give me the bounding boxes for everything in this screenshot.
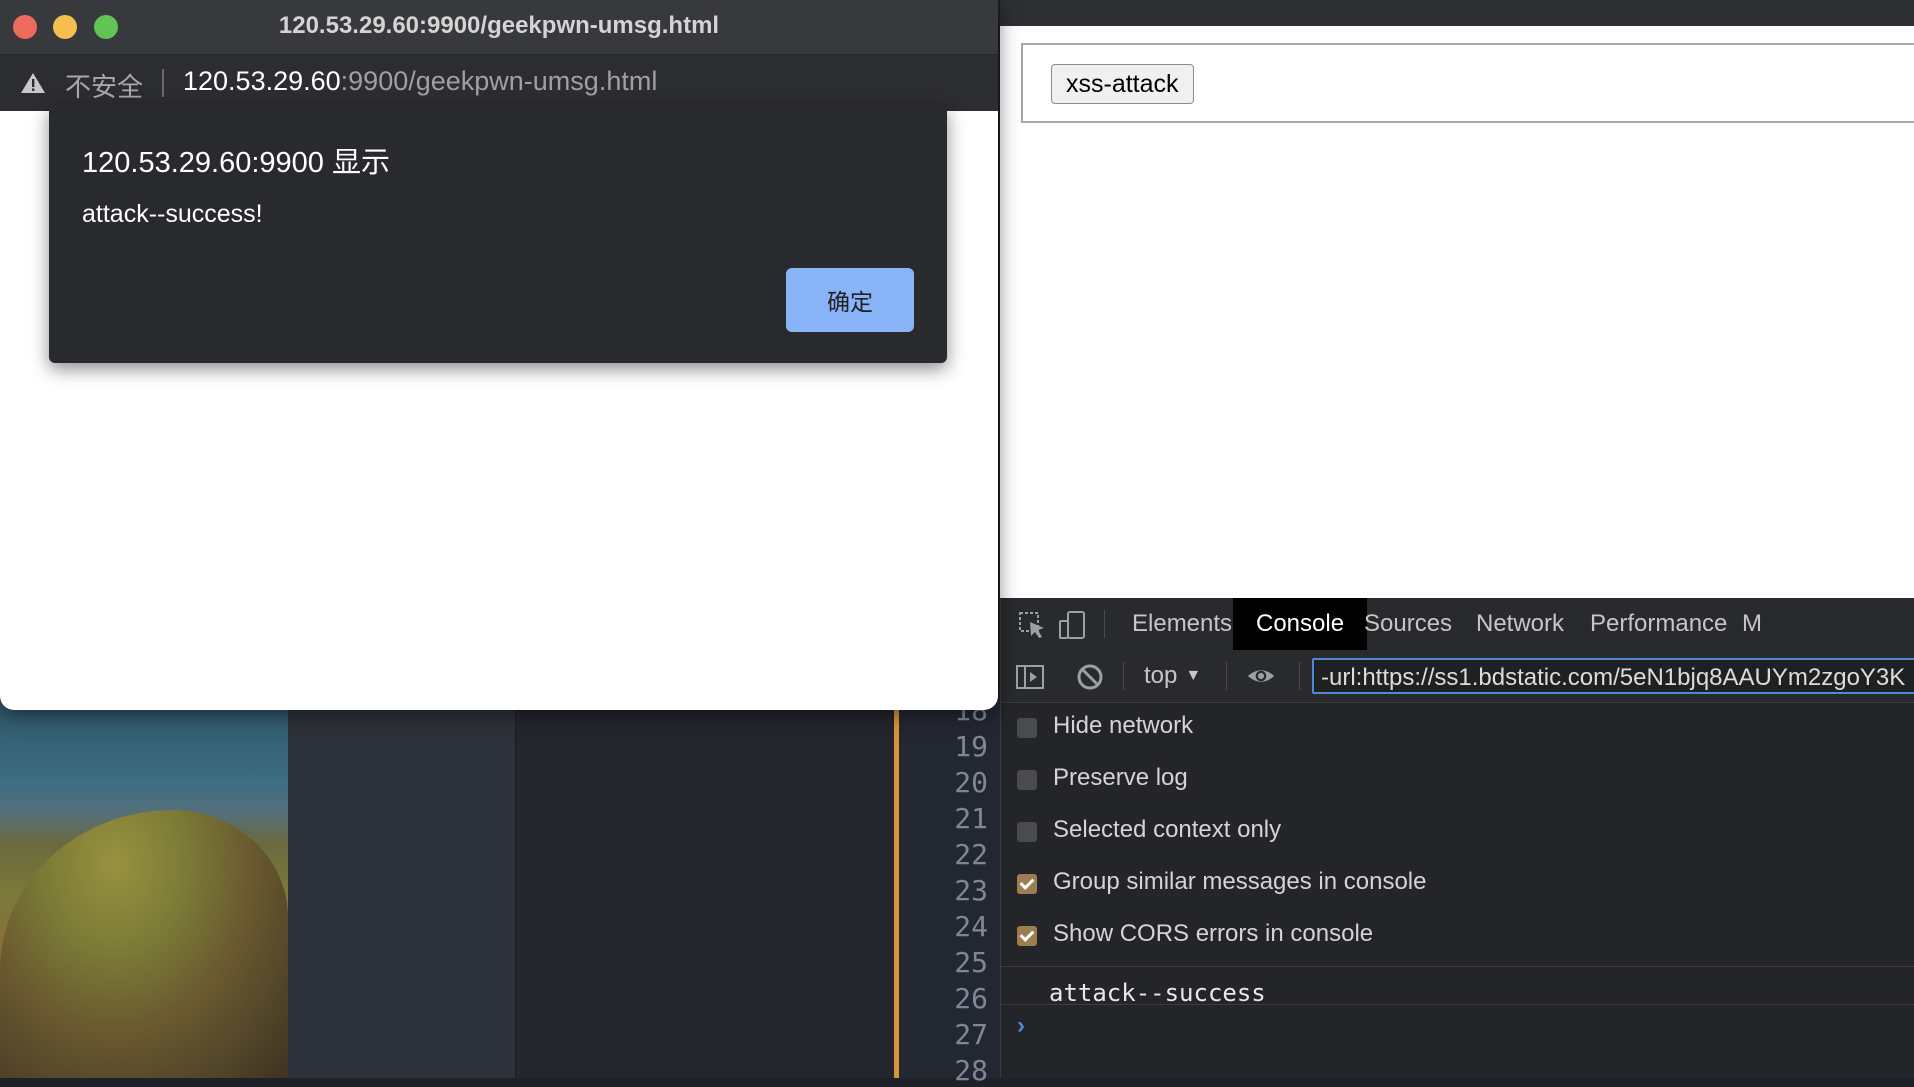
context-selector-value: top: [1144, 662, 1178, 689]
line-number: 27: [954, 1018, 988, 1051]
background-panel: [516, 700, 894, 1078]
desktop-wallpaper: [0, 700, 288, 1078]
setting-label: Selected context only: [1053, 816, 1282, 843]
line-number: 25: [954, 946, 988, 979]
console-toolbar: top ▼ -url:https://ss1.bdstatic.com/5eN1b…: [1001, 650, 1914, 703]
background-panel: [288, 700, 516, 1078]
page-top-strip: [1000, 0, 1914, 26]
toolbar-divider: [1299, 662, 1300, 690]
alert-title: 120.53.29.60:9900 显示: [82, 147, 390, 179]
page-content: xss-attack: [1000, 26, 1914, 598]
line-number: 19: [954, 730, 988, 763]
devtools-tab-bar: Elements Console Sources Network Perform…: [1001, 598, 1914, 651]
checkbox[interactable]: [1017, 770, 1037, 790]
line-number: 22: [954, 838, 988, 871]
page-container: xss-attack: [1021, 43, 1914, 123]
url-path: :9900/geekpwn-umsg.html: [340, 66, 658, 96]
console-filter-input[interactable]: -url:https://ss1.bdstatic.com/5eN1bjq8AA…: [1312, 658, 1914, 694]
window-titlebar: 120.53.29.60:9900/geekpwn-umsg.html: [0, 0, 998, 55]
checkbox[interactable]: [1017, 822, 1037, 842]
console-prompt[interactable]: ›: [1017, 1012, 1025, 1040]
xss-attack-button[interactable]: xss-attack: [1051, 64, 1194, 104]
checkbox-checked[interactable]: [1017, 926, 1037, 946]
address-divider: [162, 69, 164, 97]
line-number: 28: [954, 1054, 988, 1087]
warning-icon: [21, 73, 45, 93]
wallpaper-rock: [0, 810, 288, 1078]
window-title: 120.53.29.60:9900/geekpwn-umsg.html: [278, 12, 720, 39]
address-bar[interactable]: 不安全 120.53.29.60:9900/geekpwn-umsg.html: [0, 55, 998, 111]
alert-ok-button[interactable]: 确定: [786, 268, 914, 332]
clear-console-icon[interactable]: [1075, 662, 1105, 692]
inspect-element-icon[interactable]: [1017, 610, 1047, 640]
context-selector[interactable]: top ▼: [1144, 662, 1201, 690]
line-number: 23: [954, 874, 988, 907]
tab-more[interactable]: M: [1719, 598, 1785, 650]
console-divider: [1001, 966, 1914, 967]
sidebar-toggle-icon[interactable]: [1015, 662, 1045, 692]
alert-message: attack--success!: [82, 200, 263, 228]
url-text[interactable]: 120.53.29.60:9900/geekpwn-umsg.html: [183, 66, 657, 97]
setting-label: Group similar messages in console: [1053, 868, 1427, 895]
checkbox-checked[interactable]: [1017, 874, 1037, 894]
alert-dialog: 120.53.29.60:9900 显示 attack--success! 确定: [49, 105, 947, 363]
setting-label: Hide network: [1053, 712, 1194, 739]
live-expression-eye-icon[interactable]: [1246, 661, 1276, 691]
device-toolbar-icon[interactable]: [1057, 610, 1087, 640]
line-number: 26: [954, 982, 988, 1015]
checkbox[interactable]: [1017, 718, 1037, 738]
toolbar-divider: [1123, 662, 1124, 690]
devtools-panel: Elements Console Sources Network Perform…: [1000, 598, 1914, 1078]
url-host: 120.53.29.60: [183, 66, 341, 96]
dropdown-arrow-icon: ▼: [1185, 667, 1202, 684]
security-status-label[interactable]: 不安全: [65, 67, 143, 104]
toolbar-divider: [1104, 610, 1105, 638]
line-number: 20: [954, 766, 988, 799]
line-number: 24: [954, 910, 988, 943]
setting-label: Preserve log: [1053, 764, 1188, 791]
console-log-message: attack--success: [1049, 979, 1266, 1007]
editor-line-gutter: 18 19 20 21 22 23 24 25 26 27 28: [894, 694, 1000, 1087]
toolbar-divider: [1226, 662, 1227, 690]
setting-label: Show CORS errors in console: [1053, 920, 1374, 947]
browser-popup-window: 120.53.29.60:9900/geekpwn-umsg.html 不安全 …: [0, 0, 998, 710]
line-number: 21: [954, 802, 988, 835]
console-divider: [1001, 1004, 1914, 1005]
